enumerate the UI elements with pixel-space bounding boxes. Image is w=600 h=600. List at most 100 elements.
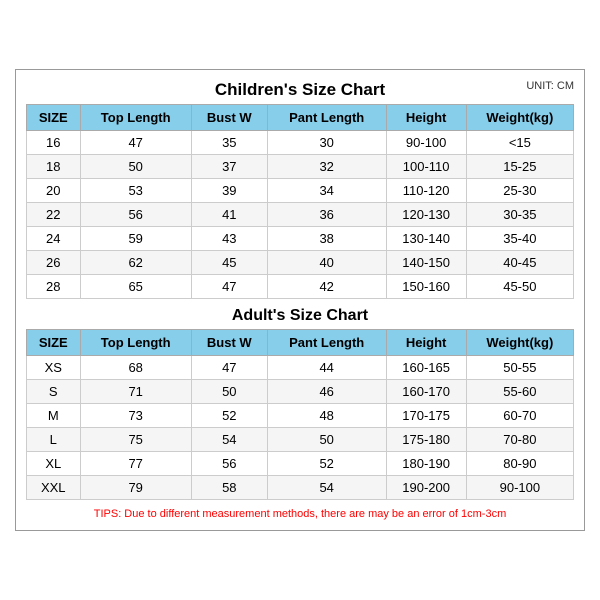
table-cell: 90-100 (386, 131, 466, 155)
table-row: 26624540140-15040-45 (27, 251, 574, 275)
table-row: 20533934110-12025-30 (27, 179, 574, 203)
table-cell: 77 (80, 452, 191, 476)
table-row: XXL795854190-20090-100 (27, 476, 574, 500)
table-cell: 36 (267, 203, 386, 227)
table-cell: 52 (191, 404, 267, 428)
table-cell: 120-130 (386, 203, 466, 227)
col-weight-header: Weight(kg) (466, 105, 573, 131)
table-cell: 48 (267, 404, 386, 428)
tips-text: TIPS: Due to different measurement metho… (26, 508, 574, 520)
table-cell: 37 (191, 155, 267, 179)
table-cell: 160-170 (386, 380, 466, 404)
table-cell: 35-40 (466, 227, 573, 251)
table-cell: M (27, 404, 81, 428)
adult-col-height-header: Height (386, 330, 466, 356)
table-cell: L (27, 428, 81, 452)
table-cell: 41 (191, 203, 267, 227)
table-row: 1647353090-100<15 (27, 131, 574, 155)
table-cell: 71 (80, 380, 191, 404)
table-cell: 73 (80, 404, 191, 428)
col-height-header: Height (386, 105, 466, 131)
table-cell: 150-160 (386, 275, 466, 299)
table-cell: 90-100 (466, 476, 573, 500)
table-cell: 45-50 (466, 275, 573, 299)
adult-col-top-length-header: Top Length (80, 330, 191, 356)
table-cell: 140-150 (386, 251, 466, 275)
adult-col-size-header: SIZE (27, 330, 81, 356)
table-cell: 54 (191, 428, 267, 452)
col-size-header: SIZE (27, 105, 81, 131)
table-cell: 20 (27, 179, 81, 203)
table-cell: 40-45 (466, 251, 573, 275)
col-pant-length-header: Pant Length (267, 105, 386, 131)
table-cell: S (27, 380, 81, 404)
table-cell: 15-25 (466, 155, 573, 179)
table-cell: 60-70 (466, 404, 573, 428)
table-cell: 30-35 (466, 203, 573, 227)
table-cell: 70-80 (466, 428, 573, 452)
table-cell: 79 (80, 476, 191, 500)
table-cell: 50 (191, 380, 267, 404)
table-cell: 170-175 (386, 404, 466, 428)
table-cell: 30 (267, 131, 386, 155)
table-cell: 175-180 (386, 428, 466, 452)
size-chart-container: Children's Size Chart UNIT: CM SIZE Top … (15, 69, 585, 531)
adult-col-pant-length-header: Pant Length (267, 330, 386, 356)
table-row: S715046160-17055-60 (27, 380, 574, 404)
children-table: SIZE Top Length Bust W Pant Length Heigh… (26, 104, 574, 299)
table-cell: 47 (191, 356, 267, 380)
table-cell: 38 (267, 227, 386, 251)
table-cell: 47 (80, 131, 191, 155)
table-cell: 42 (267, 275, 386, 299)
table-cell: 40 (267, 251, 386, 275)
adult-chart-title: Adult's Size Chart (26, 307, 574, 325)
table-cell: 55-60 (466, 380, 573, 404)
table-cell: 180-190 (386, 452, 466, 476)
children-title-text: Children's Size Chart (215, 80, 385, 99)
children-chart-title: Children's Size Chart UNIT: CM (26, 80, 574, 100)
table-row: 28654742150-16045-50 (27, 275, 574, 299)
table-cell: 160-165 (386, 356, 466, 380)
table-row: XL775652180-19080-90 (27, 452, 574, 476)
table-cell: 35 (191, 131, 267, 155)
table-cell: 47 (191, 275, 267, 299)
table-cell: 62 (80, 251, 191, 275)
table-row: XS684744160-16550-55 (27, 356, 574, 380)
table-row: 22564136120-13030-35 (27, 203, 574, 227)
table-cell: 59 (80, 227, 191, 251)
table-cell: 53 (80, 179, 191, 203)
table-cell: 65 (80, 275, 191, 299)
table-cell: XXL (27, 476, 81, 500)
table-row: M735248170-17560-70 (27, 404, 574, 428)
col-top-length-header: Top Length (80, 105, 191, 131)
children-header-row: SIZE Top Length Bust W Pant Length Heigh… (27, 105, 574, 131)
table-cell: 44 (267, 356, 386, 380)
table-cell: 32 (267, 155, 386, 179)
table-cell: 18 (27, 155, 81, 179)
table-cell: 58 (191, 476, 267, 500)
table-cell: XS (27, 356, 81, 380)
table-cell: 45 (191, 251, 267, 275)
table-row: L755450175-18070-80 (27, 428, 574, 452)
table-cell: 75 (80, 428, 191, 452)
table-cell: 50 (80, 155, 191, 179)
table-cell: 100-110 (386, 155, 466, 179)
adult-title-text: Adult's Size Chart (232, 307, 368, 324)
adult-header-row: SIZE Top Length Bust W Pant Length Heigh… (27, 330, 574, 356)
table-cell: 22 (27, 203, 81, 227)
table-cell: 39 (191, 179, 267, 203)
table-cell: 43 (191, 227, 267, 251)
table-cell: 56 (191, 452, 267, 476)
table-cell: 56 (80, 203, 191, 227)
adult-table: SIZE Top Length Bust W Pant Length Heigh… (26, 329, 574, 500)
unit-label: UNIT: CM (526, 80, 574, 92)
table-row: 18503732100-11015-25 (27, 155, 574, 179)
table-cell: 52 (267, 452, 386, 476)
table-cell: 26 (27, 251, 81, 275)
table-cell: 16 (27, 131, 81, 155)
table-cell: 80-90 (466, 452, 573, 476)
table-cell: 25-30 (466, 179, 573, 203)
adult-col-weight-header: Weight(kg) (466, 330, 573, 356)
table-cell: 50 (267, 428, 386, 452)
adult-col-bust-w-header: Bust W (191, 330, 267, 356)
